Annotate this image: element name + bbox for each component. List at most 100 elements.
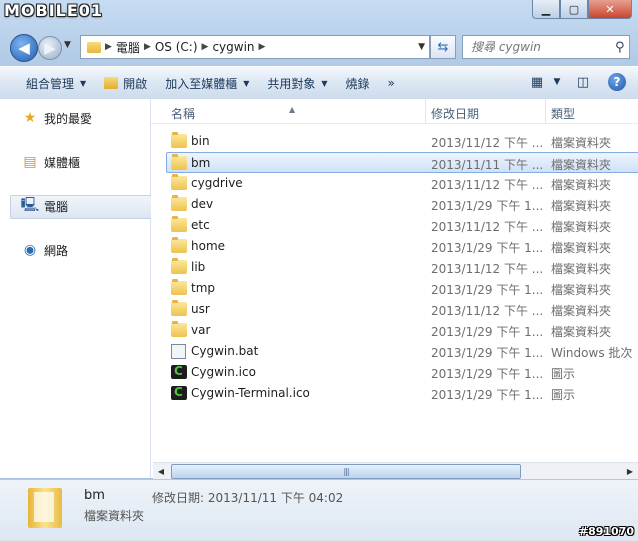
address-dropdown-icon[interactable]: ▼ — [418, 42, 425, 52]
file-type: 檔案資料夾 — [551, 283, 612, 297]
file-date: 2013/11/12 下午 ... — [431, 262, 544, 276]
file-type: 檔案資料夾 — [551, 178, 612, 192]
organize-button[interactable]: 組合管理 ▼ — [0, 71, 95, 95]
folder-icon — [171, 174, 187, 190]
file-name: lib — [191, 260, 206, 274]
burn-button[interactable]: 燒錄 — [337, 71, 379, 95]
folder-icon — [171, 300, 187, 316]
file-date: 2013/1/29 下午 1... — [431, 346, 544, 360]
file-row[interactable]: bm 2013/11/11 下午 ... 檔案資料夾 — [166, 152, 638, 173]
folder-icon — [28, 488, 62, 528]
dropdown-arrow-icon: ▼ — [321, 78, 328, 88]
column-type[interactable]: 類型 — [551, 105, 575, 122]
maximize-button[interactable]: ▢ — [560, 0, 588, 19]
batch-file-icon — [171, 344, 186, 359]
file-row[interactable]: dev 2013/1/29 下午 1... 檔案資料夾 — [167, 194, 638, 215]
help-icon: ? — [608, 73, 626, 91]
back-button[interactable]: ◀ — [10, 34, 38, 62]
preview-pane-icon[interactable]: ◫ — [570, 71, 596, 93]
view-dropdown-icon[interactable]: ▼ — [550, 71, 564, 93]
network-icon: ◉ — [23, 242, 37, 258]
cygwin-ico-icon — [171, 364, 187, 379]
file-type: 檔案資料夾 — [551, 241, 612, 255]
breadcrumb-cygwin[interactable]: cygwin — [208, 40, 258, 54]
details-type: 檔案資料夾 — [84, 509, 145, 523]
folder-icon — [171, 154, 187, 170]
address-bar[interactable]: ▶ 電腦 ▶ OS (C:) ▶ cygwin ▶ ▼ — [80, 35, 430, 59]
refresh-button[interactable]: ⇆ — [430, 35, 456, 59]
watermark-id: #891070 — [578, 525, 634, 538]
column-divider[interactable] — [545, 99, 546, 123]
nav-item-label: 媒體櫃 — [44, 155, 81, 170]
search-icon[interactable]: ⚲ — [615, 40, 625, 55]
file-type: 檔案資料夾 — [551, 136, 612, 150]
help-button[interactable]: ? — [604, 71, 630, 93]
column-name[interactable]: 名稱 — [171, 105, 195, 122]
chevron-right-icon[interactable]: ▶ — [105, 42, 112, 52]
file-row[interactable]: lib 2013/11/12 下午 ... 檔案資料夾 — [167, 257, 638, 278]
close-button[interactable]: ✕ — [588, 0, 632, 19]
nav-item-network[interactable]: ◉ 網路 — [22, 238, 68, 262]
file-row[interactable]: var 2013/1/29 下午 1... 檔案資料夾 — [167, 320, 638, 341]
file-row[interactable]: home 2013/1/29 下午 1... 檔案資料夾 — [167, 236, 638, 257]
include-in-library-button[interactable]: 加入至媒體櫃 ▼ — [156, 71, 258, 95]
dropdown-arrow-icon: ▼ — [80, 78, 87, 88]
file-type: 檔案資料夾 — [551, 262, 612, 276]
scroll-left-icon[interactable]: ◀ — [153, 463, 169, 479]
computer-icon: 🖳 — [20, 197, 40, 213]
share-with-button[interactable]: 共用對象 ▼ — [258, 71, 336, 95]
horizontal-scrollbar[interactable]: ◀ ||| ▶ — [153, 462, 638, 479]
column-modified[interactable]: 修改日期 — [431, 105, 479, 122]
nav-item-computer[interactable]: 🖳 電腦 — [20, 194, 68, 218]
details-pane: bm 檔案資料夾 修改日期: 2013/11/11 下午 04:02 — [0, 479, 638, 541]
more-commands-button[interactable]: » — [379, 71, 404, 95]
file-row[interactable]: Cygwin.bat 2013/1/29 下午 1... Windows 批次 — [167, 341, 638, 362]
scroll-right-icon[interactable]: ▶ — [622, 463, 638, 479]
file-type: 圖示 — [551, 367, 576, 381]
file-name: etc — [191, 218, 210, 232]
file-name: tmp — [191, 281, 216, 295]
file-row[interactable]: etc 2013/11/12 下午 ... 檔案資料夾 — [167, 215, 638, 236]
refresh-icon: ⇆ — [437, 39, 449, 55]
forward-button[interactable]: ▶ — [38, 36, 62, 60]
open-button[interactable]: 開啟 — [95, 71, 156, 95]
file-row[interactable]: Cygwin.ico 2013/1/29 下午 1... 圖示 — [167, 362, 638, 383]
command-bar: 組合管理 ▼ 開啟 加入至媒體櫃 ▼ 共用對象 ▼ 燒錄 » ▦ ▼ ◫ ? — [0, 66, 638, 100]
file-row[interactable]: cygdrive 2013/11/12 下午 ... 檔案資料夾 — [167, 173, 638, 194]
arrow-left-icon: ◀ — [18, 39, 30, 57]
file-type: 圖示 — [551, 388, 576, 402]
view-options-icon[interactable]: ▦ — [524, 71, 550, 93]
star-icon: ★ — [23, 110, 37, 126]
file-type: 檔案資料夾 — [551, 220, 612, 234]
file-name: home — [191, 239, 226, 253]
file-row[interactable]: bin 2013/11/12 下午 ... 檔案資料夾 — [167, 131, 638, 152]
chevron-right-icon[interactable]: ▶ — [202, 42, 209, 52]
file-name: usr — [191, 302, 210, 316]
cygwin-ico-icon — [171, 385, 187, 400]
column-divider[interactable] — [425, 99, 426, 123]
file-date: 2013/1/29 下午 1... — [431, 325, 544, 339]
nav-item-favorites[interactable]: ★ 我的最愛 — [22, 106, 92, 130]
chevron-right-icon[interactable]: ▶ — [144, 42, 151, 52]
file-row[interactable]: Cygwin-Terminal.ico 2013/1/29 下午 1... 圖示 — [167, 383, 638, 404]
file-name: Cygwin-Terminal.ico — [191, 386, 310, 400]
minimize-button[interactable]: ▁ — [532, 0, 560, 19]
file-date: 2013/1/29 下午 1... — [431, 241, 544, 255]
file-name: bin — [191, 134, 210, 148]
file-row[interactable]: usr 2013/11/12 下午 ... 檔案資料夾 — [167, 299, 638, 320]
file-row[interactable]: tmp 2013/1/29 下午 1... 檔案資料夾 — [167, 278, 638, 299]
breadcrumb-drive[interactable]: OS (C:) — [151, 40, 202, 54]
share-with-label: 共用對象 — [267, 76, 316, 91]
recent-pages-dropdown[interactable]: ▼ — [64, 40, 71, 50]
search-box[interactable]: ⚲ — [462, 35, 630, 59]
search-input[interactable] — [463, 39, 611, 55]
nav-item-libraries[interactable]: ▤ 媒體櫃 — [22, 150, 80, 174]
folder-icon — [171, 195, 187, 211]
folder-icon — [171, 321, 187, 337]
file-list: ▲ 名稱 修改日期 類型 bin 2013/11/12 下午 ... 檔案資料夾 bm… — [151, 99, 638, 478]
scrollbar-thumb[interactable]: ||| — [171, 464, 521, 479]
file-date: 2013/11/12 下午 ... — [431, 178, 544, 192]
breadcrumb-computer[interactable]: 電腦 — [112, 39, 144, 56]
watermark-logo: MOBILE01 — [4, 1, 104, 20]
chevron-right-icon[interactable]: ▶ — [259, 42, 266, 52]
